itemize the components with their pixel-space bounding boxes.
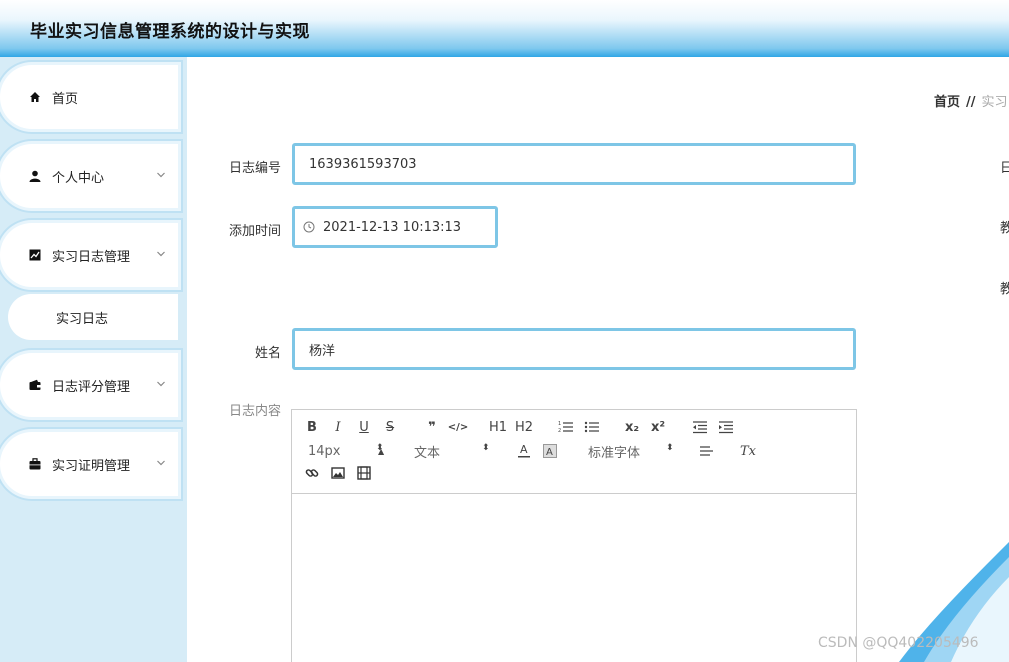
rich-text-editor: B I U S ❞ </> H1 H2 12 x₂ x² 14px ▲ 文本 A… xyxy=(291,409,857,662)
indent-button[interactable] xyxy=(716,418,736,436)
strike-button[interactable]: S xyxy=(380,418,400,436)
outdent-button[interactable] xyxy=(690,418,710,436)
bold-button[interactable]: B xyxy=(302,418,322,436)
svg-text:A: A xyxy=(546,447,553,458)
select-arrows-icon: ⬍ xyxy=(376,443,384,453)
chevron-down-icon xyxy=(157,460,165,466)
name-label: 姓名 xyxy=(254,346,281,361)
ordered-list-icon: 12 xyxy=(558,421,573,434)
link-button[interactable] xyxy=(302,464,322,482)
app-header: 毕业实习信息管理系统的设计与实现 xyxy=(0,0,1009,57)
ordered-list-button[interactable]: 12 xyxy=(556,418,576,436)
sidebar-item-home[interactable]: 首页 xyxy=(0,65,178,129)
text-style-value: 文本 xyxy=(414,445,441,461)
name-value: 杨洋 xyxy=(309,343,336,359)
link-icon xyxy=(305,469,319,477)
svg-text:1: 1 xyxy=(558,421,561,427)
breadcrumb-current: 实习 xyxy=(981,95,1008,110)
sidebar-subitem-label: 实习日志 xyxy=(56,311,109,327)
clear-format-button[interactable]: Tx xyxy=(738,442,758,460)
watermark: CSDN @QQ402205496 xyxy=(818,635,979,651)
clock-icon xyxy=(303,221,315,233)
chart-icon xyxy=(28,248,42,262)
sidebar-item-label: 日志评分管理 xyxy=(52,379,131,395)
video-icon xyxy=(357,466,371,480)
add-time-value: 2021-12-13 10:13:13 xyxy=(323,219,462,235)
sidebar-item-certificate-management[interactable]: 实习证明管理 xyxy=(0,432,178,496)
underline-button[interactable]: U xyxy=(354,418,374,436)
header1-button[interactable]: H1 xyxy=(488,418,508,436)
add-time-picker[interactable]: 2021-12-13 10:13:13 xyxy=(292,206,498,248)
italic-button[interactable]: I xyxy=(328,418,348,436)
home-icon xyxy=(28,90,42,104)
sidebar-subitem-log[interactable]: 实习日志 xyxy=(8,294,178,340)
editor-content-area[interactable] xyxy=(292,494,856,662)
breadcrumb: 首页 // 实习 xyxy=(934,91,1008,110)
app-title: 毕业实习信息管理系统的设计与实现 xyxy=(30,22,310,42)
add-time-label: 添加时间 xyxy=(228,224,281,239)
outdent-icon xyxy=(693,421,707,434)
editor-toolbar: B I U S ❞ </> H1 H2 12 x₂ x² 14px ▲ 文本 A… xyxy=(292,410,856,494)
sidebar-item-log-management[interactable]: 实习日志管理 xyxy=(0,223,178,287)
right-field-label: 教 xyxy=(1000,221,1009,236)
font-color-button[interactable]: A xyxy=(514,442,534,460)
align-button[interactable] xyxy=(696,442,716,460)
name-input[interactable]: 杨洋 xyxy=(292,328,856,370)
chevron-down-icon xyxy=(157,172,165,178)
bullet-list-button[interactable] xyxy=(582,418,602,436)
chevron-down-icon xyxy=(157,381,165,387)
sidebar-item-label: 首页 xyxy=(52,91,79,107)
svg-text:2: 2 xyxy=(558,428,561,434)
user-icon xyxy=(28,169,42,183)
right-field-label: 日 xyxy=(1000,161,1009,176)
font-size-select[interactable]: 14px ▲ xyxy=(308,442,398,460)
select-arrows-icon: ⬍ xyxy=(666,443,674,453)
svg-text:A: A xyxy=(520,443,528,456)
select-arrows-icon: ⬍ xyxy=(482,443,490,453)
header2-button[interactable]: H2 xyxy=(514,418,534,436)
sidebar-item-personal-center[interactable]: 个人中心 xyxy=(0,144,178,208)
sidebar-item-score-management[interactable]: 日志评分管理 xyxy=(0,353,178,417)
image-button[interactable] xyxy=(328,464,348,482)
log-no-label: 日志编号 xyxy=(228,161,281,176)
font-size-value: 14px xyxy=(308,443,341,459)
log-no-value: 1639361593703 xyxy=(309,156,417,172)
bullet-list-icon xyxy=(584,421,599,433)
chevron-down-icon xyxy=(157,251,165,257)
content-label: 日志内容 xyxy=(228,404,281,419)
video-button[interactable] xyxy=(354,464,374,482)
breadcrumb-separator: // xyxy=(966,95,976,110)
right-field-label: 教 xyxy=(1000,282,1009,297)
background-color-icon: A xyxy=(543,444,557,458)
subscript-button[interactable]: x₂ xyxy=(622,418,642,436)
font-family-value: 标准字体 xyxy=(588,445,641,461)
text-style-select[interactable]: 文本 xyxy=(414,442,504,461)
background-color-button[interactable]: A xyxy=(540,442,560,460)
align-left-icon xyxy=(700,446,713,456)
superscript-button[interactable]: x² xyxy=(648,418,668,436)
blockquote-button[interactable]: ❞ xyxy=(422,418,442,436)
sidebar-item-label: 实习日志管理 xyxy=(52,249,131,265)
wallet-icon xyxy=(28,378,42,392)
font-family-select[interactable]: 标准字体 xyxy=(588,442,678,461)
briefcase-icon xyxy=(28,457,42,471)
sidebar: 首页 个人中心 实习日志管理 实习日志 日志评分管理 实习证明管理 xyxy=(0,57,187,662)
code-block-button[interactable]: </> xyxy=(448,418,468,436)
indent-icon xyxy=(719,421,733,434)
main-content: 首页 // 实习 日志编号 1639361593703 添加时间 2021-12-1… xyxy=(187,57,1009,662)
image-icon xyxy=(331,467,345,479)
font-color-icon: A xyxy=(518,443,530,458)
log-no-input[interactable]: 1639361593703 xyxy=(292,143,856,185)
breadcrumb-home[interactable]: 首页 xyxy=(934,95,960,110)
sidebar-item-label: 个人中心 xyxy=(52,170,105,186)
sidebar-item-label: 实习证明管理 xyxy=(52,458,131,474)
